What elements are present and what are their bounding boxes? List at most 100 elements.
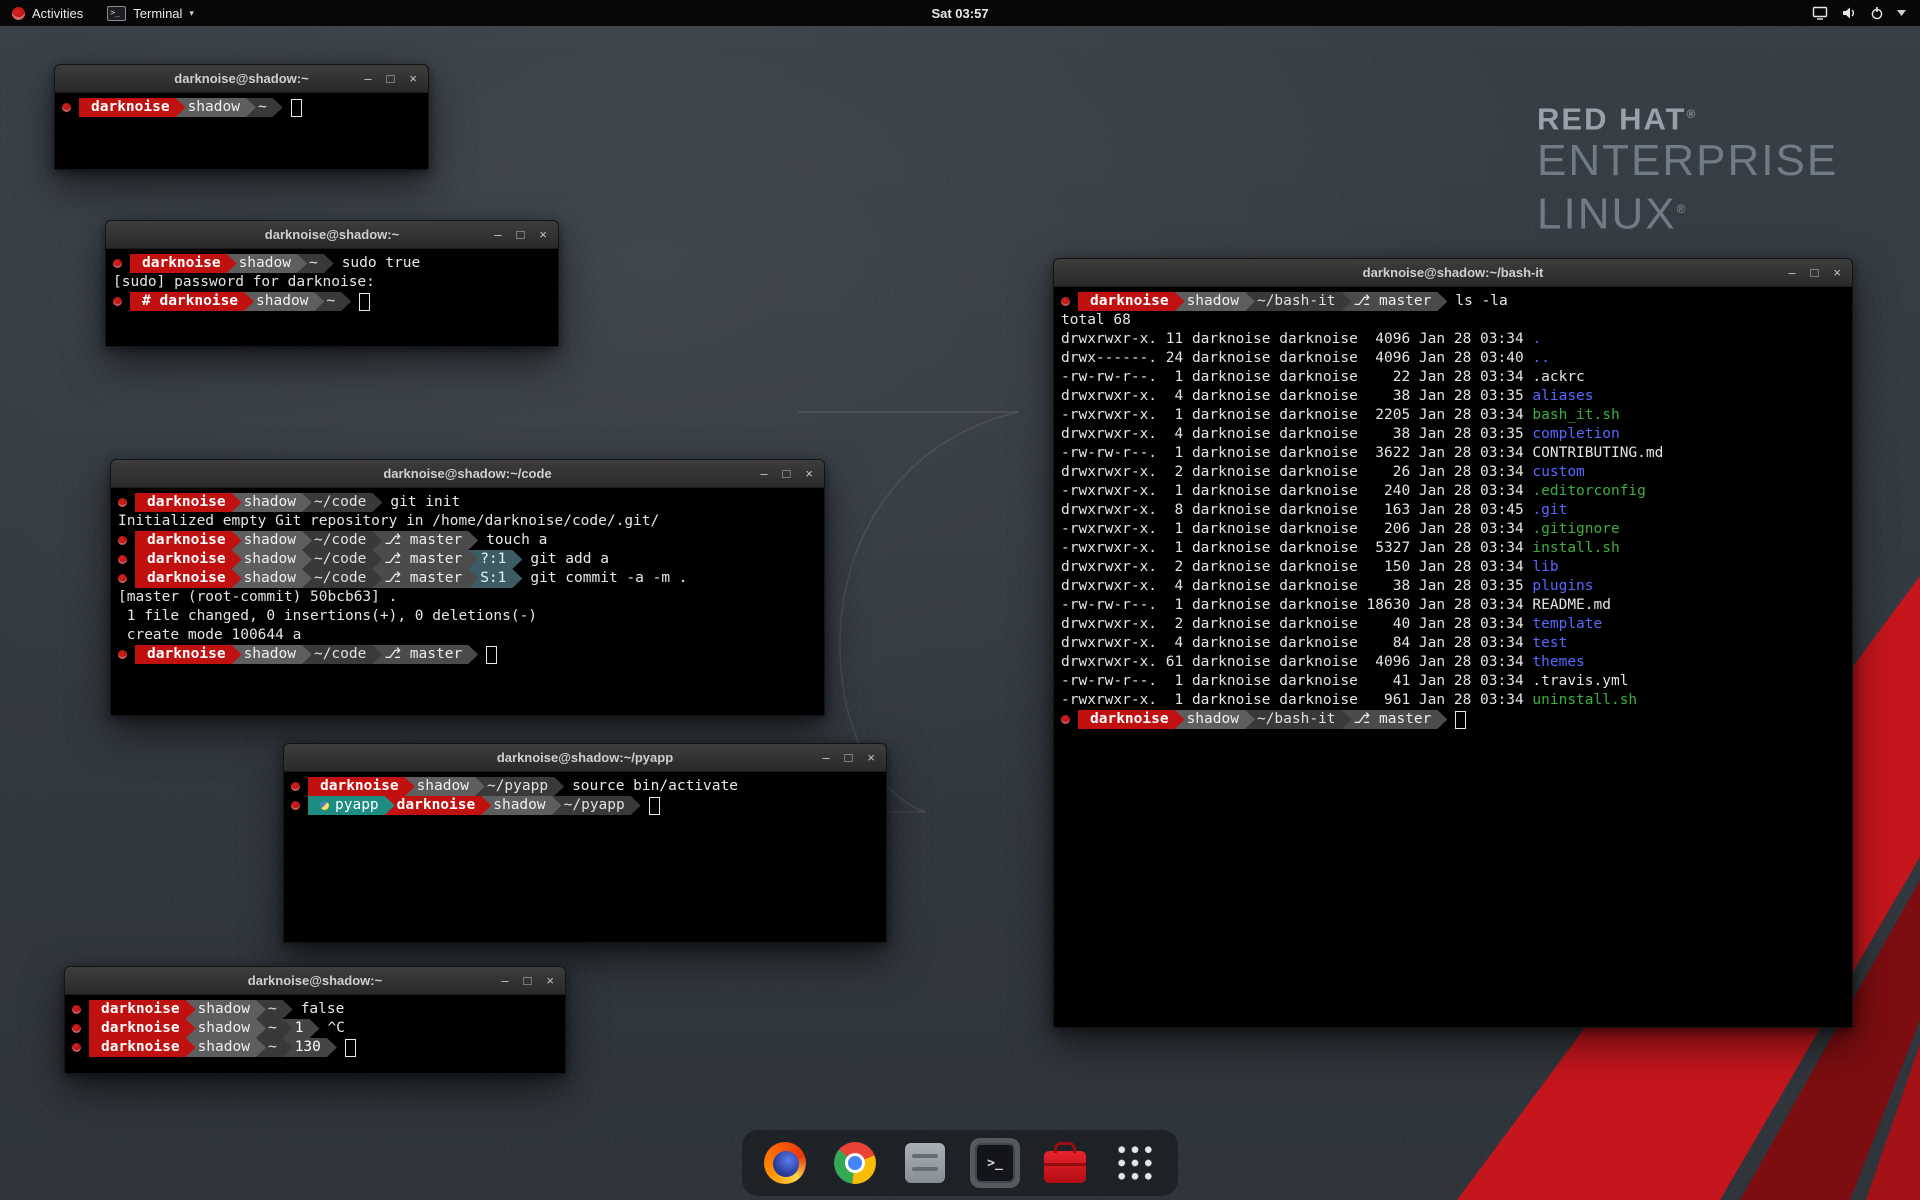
dock-terminal-button[interactable]: >_	[970, 1138, 1020, 1188]
dock-toolbox-button[interactable]	[1040, 1138, 1090, 1188]
dock-chrome-button[interactable]	[830, 1138, 880, 1188]
maximize-button[interactable]: □	[524, 974, 532, 987]
maximize-button[interactable]: □	[783, 467, 791, 480]
redhat-prompt-icon	[1061, 710, 1078, 729]
dock-files-button[interactable]	[900, 1138, 950, 1188]
directory-name: custom	[1532, 463, 1584, 482]
prompt-host-segment: shadow	[186, 1000, 266, 1019]
terminal-screen[interactable]: darknoiseshadow~	[55, 93, 428, 169]
terminal-line: -rw-rw-r--. 1 darknoise darknoise 3622 J…	[1061, 444, 1845, 463]
close-button[interactable]: ×	[546, 974, 554, 987]
directory-name: aliases	[1532, 387, 1593, 406]
window-titlebar[interactable]: darknoise@shadow:~/bash-it – □ ×	[1054, 259, 1852, 287]
terminal-line: darknoiseshadow~130	[72, 1038, 558, 1057]
close-button[interactable]: ×	[1833, 266, 1841, 279]
minimize-button[interactable]: –	[364, 72, 371, 85]
redhat-prompt-icon	[1061, 292, 1078, 311]
prompt-host-segment: shadow	[232, 493, 312, 512]
maximize-button[interactable]: □	[845, 751, 853, 764]
minimize-button[interactable]: –	[1788, 266, 1795, 279]
dock-firefox-button[interactable]	[760, 1138, 810, 1188]
display-icon	[1812, 6, 1828, 20]
window-titlebar[interactable]: darknoise@shadow:~ – □ ×	[55, 65, 428, 93]
app-menu-label: Terminal	[133, 6, 182, 21]
close-button[interactable]: ×	[805, 467, 813, 480]
terminal-output-text: drwxrwxr-x. 2 darknoise darknoise 40 Jan…	[1061, 615, 1532, 634]
prompt-host-segment: shadow	[186, 1038, 266, 1057]
terminal-screen[interactable]: darknoiseshadow~falsedarknoiseshadow~1^C…	[65, 995, 565, 1073]
terminal-line: drwxrwxr-x. 4 darknoise darknoise 84 Jan…	[1061, 634, 1845, 653]
terminal-line: [master (root-commit) 50bcb63] .	[118, 588, 817, 607]
terminal-line: darknoiseshadow~/bash-it⎇ masterls -la	[1061, 292, 1845, 311]
system-status-area[interactable]	[1804, 0, 1914, 26]
window-title: darknoise@shadow:~/code	[383, 466, 551, 481]
prompt-git-branch-segment: ⎇ master	[372, 531, 478, 550]
activities-button[interactable]: Activities	[0, 0, 95, 26]
maximize-button[interactable]: □	[387, 72, 395, 85]
file-manager-icon	[905, 1143, 945, 1183]
terminal-line: drwxrwxr-x. 4 darknoise darknoise 38 Jan…	[1061, 387, 1845, 406]
app-menu-terminal[interactable]: >_ Terminal ▾	[95, 0, 206, 26]
watermark-line1: RED HAT®	[1537, 96, 1838, 137]
minimize-button[interactable]: –	[822, 751, 829, 764]
terminal-command-text: ls -la	[1437, 292, 1507, 311]
terminal-screen[interactable]: darknoiseshadow~/bash-it⎇ masterls -lato…	[1054, 287, 1852, 1027]
terminal-line: darknoiseshadow~/code⎇ mastertouch a	[118, 531, 817, 550]
terminal-output-text: Initialized empty Git repository in /hom…	[118, 512, 659, 531]
prompt-path-segment: ~/code	[302, 493, 382, 512]
redhat-prompt-icon	[72, 1038, 89, 1057]
prompt-git-branch-segment: ⎇ master	[372, 569, 478, 588]
close-button[interactable]: ×	[409, 72, 417, 85]
terminal-window-bash-it: darknoise@shadow:~/bash-it – □ × darknoi…	[1053, 258, 1853, 1028]
terminal-command-text: git add a	[512, 550, 609, 569]
terminal-output-text: -rw-rw-r--. 1 darknoise darknoise 22 Jan…	[1061, 368, 1532, 387]
terminal-line: -rwxrwxr-x. 1 darknoise darknoise 240 Ja…	[1061, 482, 1845, 501]
clock-button[interactable]: Sat 03:57	[931, 0, 988, 26]
rhel-watermark: RED HAT® ENTERPRISE LINUX®	[1537, 96, 1838, 239]
minimize-button[interactable]: –	[760, 467, 767, 480]
prompt-host-segment: shadow	[227, 254, 307, 273]
clock-label: Sat 03:57	[931, 6, 988, 21]
prompt-user-segment: darknoise	[135, 550, 242, 569]
app-grid-icon	[1115, 1143, 1155, 1183]
terminal-line: -rw-rw-r--. 1 darknoise darknoise 22 Jan…	[1061, 368, 1845, 387]
close-button[interactable]: ×	[539, 228, 547, 241]
terminal-output-text: -rwxrwxr-x. 1 darknoise darknoise 961 Ja…	[1061, 691, 1532, 710]
window-title: darknoise@shadow:~/bash-it	[1363, 265, 1544, 280]
window-titlebar[interactable]: darknoise@shadow:~ – □ ×	[65, 967, 565, 995]
prompt-host-segment: shadow	[232, 550, 312, 569]
redhat-prompt-icon	[118, 645, 135, 664]
close-button[interactable]: ×	[867, 751, 875, 764]
prompt-user-segment: darknoise	[135, 531, 242, 550]
minimize-button[interactable]: –	[501, 974, 508, 987]
toolbox-icon	[1044, 1151, 1086, 1183]
directory-name: plugins	[1532, 577, 1593, 596]
directory-name: lib	[1532, 558, 1558, 577]
window-titlebar[interactable]: darknoise@shadow:~/pyapp – □ ×	[284, 744, 886, 772]
terminal-window-pyapp: darknoise@shadow:~/pyapp – □ × darknoise…	[283, 743, 887, 943]
terminal-screen[interactable]: darknoiseshadow~/pyappsource bin/activat…	[284, 772, 886, 942]
dock-show-apps-button[interactable]	[1110, 1138, 1160, 1188]
terminal-screen[interactable]: darknoiseshadow~/codegit initInitialized…	[111, 488, 824, 715]
prompt-user-segment: darknoise	[89, 1019, 196, 1038]
watermark-line2: ENTERPRISE	[1537, 137, 1838, 185]
prompt-path-segment: ~/pyapp	[475, 777, 564, 796]
maximize-button[interactable]: □	[517, 228, 525, 241]
redhat-prompt-icon	[72, 1019, 89, 1038]
prompt-path-segment: ~/bash-it	[1245, 292, 1352, 311]
directory-name: themes	[1532, 653, 1584, 672]
terminal-screen[interactable]: darknoiseshadow~sudo true[sudo] password…	[106, 249, 558, 346]
redhat-prompt-icon	[118, 550, 135, 569]
window-titlebar[interactable]: darknoise@shadow:~ – □ ×	[106, 221, 558, 249]
terminal-line: drwxrwxr-x. 2 darknoise darknoise 150 Ja…	[1061, 558, 1845, 577]
prompt-git-branch-segment: ⎇ master	[1342, 292, 1448, 311]
terminal-line: darknoiseshadow~false	[72, 1000, 558, 1019]
minimize-button[interactable]: –	[494, 228, 501, 241]
prompt-path-segment: ~/code	[302, 550, 382, 569]
terminal-output-text: drwx------. 24 darknoise darknoise 4096 …	[1061, 349, 1532, 368]
prompt-git-branch-segment: ⎇ master	[1342, 710, 1448, 729]
prompt-user-segment: darknoise	[308, 777, 415, 796]
window-titlebar[interactable]: darknoise@shadow:~/code – □ ×	[111, 460, 824, 488]
terminal-output-text: drwxrwxr-x. 4 darknoise darknoise 84 Jan…	[1061, 634, 1532, 653]
maximize-button[interactable]: □	[1811, 266, 1819, 279]
